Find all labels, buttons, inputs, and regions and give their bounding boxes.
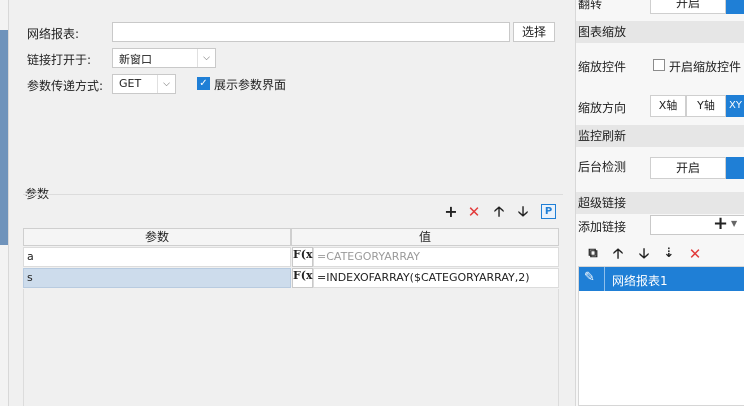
- open-in-value: 新窗口: [119, 53, 152, 66]
- param-method-value: GET: [119, 77, 142, 90]
- open-in-label: 链接打开于:: [27, 53, 92, 67]
- list-item[interactable]: ✎ 网络报表1: [579, 267, 744, 291]
- pencil-icon: ✎: [584, 270, 595, 285]
- open-in-select[interactable]: 新窗口 ⌵: [112, 48, 216, 68]
- formula-icon[interactable]: F(x): [292, 268, 318, 288]
- list-item-label: 网络报表1: [612, 274, 668, 288]
- section-monitor-refresh[interactable]: 监控刷新: [576, 125, 744, 147]
- param-method-select[interactable]: GET ⌵: [112, 74, 176, 94]
- delete-icon[interactable]: ✕: [465, 203, 483, 221]
- zoom-control-check-label: 开启缩放控件: [669, 60, 742, 74]
- chevron-down-icon: ⌵: [157, 75, 175, 93]
- zoom-dir-x-button[interactable]: X轴: [650, 95, 686, 117]
- param-method-label: 参数传递方式:: [27, 79, 104, 93]
- add-icon[interactable]: +: [442, 203, 460, 221]
- bg-check-toggle-off[interactable]: [726, 157, 744, 179]
- arrow-up-icon[interactable]: 🡡: [490, 203, 508, 221]
- item-divider: [604, 267, 605, 291]
- show-params-checkbox[interactable]: ✓: [197, 77, 210, 90]
- plus-icon: +: [713, 213, 729, 234]
- column-header-value[interactable]: 值: [291, 228, 559, 246]
- move-to-bottom-icon[interactable]: ⇣: [660, 245, 678, 263]
- report-label: 网络报表:: [27, 27, 80, 41]
- flip-toggle[interactable]: 开启: [650, 0, 726, 14]
- show-params-label: 展示参数界面: [214, 78, 287, 92]
- zoom-control-label: 缩放控件: [578, 60, 627, 74]
- properties-panel: 翻转 开启 图表缩放 缩放控件 开启缩放控件 缩放方向 X轴 Y轴 XY 监控刷…: [575, 0, 744, 406]
- chevron-down-icon: ▼: [731, 219, 738, 228]
- copy-icon[interactable]: ⧉: [584, 245, 602, 263]
- add-link-dropdown[interactable]: + ▼: [650, 213, 744, 235]
- select-button[interactable]: 选择: [513, 22, 555, 42]
- bg-check-toggle[interactable]: 开启: [650, 157, 726, 179]
- arrow-up-icon[interactable]: 🡡: [609, 245, 627, 263]
- zoom-direction-label: 缩放方向: [578, 101, 627, 115]
- delete-icon[interactable]: ✕: [686, 245, 704, 263]
- arrow-down-icon[interactable]: 🡣: [635, 245, 653, 263]
- column-header-param[interactable]: 参数: [23, 228, 291, 246]
- zoom-dir-xy-button[interactable]: XY: [726, 95, 744, 117]
- table-row-value[interactable]: =INDEXOFARRAY($CATEGORYARRAY,2): [313, 268, 559, 288]
- table-row-param[interactable]: a: [23, 247, 291, 267]
- flip-toggle-off[interactable]: [726, 0, 744, 14]
- link-list: ✎ 网络报表1: [578, 266, 744, 406]
- table-empty-area: [23, 289, 559, 406]
- formula-icon[interactable]: F(x): [292, 247, 318, 267]
- section-chart-zoom[interactable]: 图表缩放: [576, 21, 744, 43]
- table-row-param[interactable]: s: [23, 268, 291, 288]
- zoom-dir-y-button[interactable]: Y轴: [686, 95, 726, 117]
- section-hyperlink[interactable]: 超级链接: [576, 192, 744, 214]
- report-input[interactable]: [112, 22, 510, 42]
- zoom-control-checkbox[interactable]: [653, 59, 665, 71]
- chevron-down-icon: ⌵: [197, 49, 215, 67]
- arrow-down-icon[interactable]: 🡣: [514, 203, 532, 221]
- hyperlink-dialog: 网络报表: 选择 链接打开于: 新窗口 ⌵ 参数传递方式: GET ⌵ ✓ 展示…: [9, 0, 575, 406]
- flip-label: 翻转: [578, 0, 603, 11]
- group-divider: [23, 194, 563, 195]
- left-gutter-highlight: [0, 30, 8, 245]
- parameter-icon[interactable]: P: [541, 204, 556, 219]
- add-link-label: 添加链接: [578, 220, 627, 234]
- bg-check-label: 后台检测: [578, 160, 627, 174]
- table-row-value[interactable]: =CATEGORYARRAY: [313, 247, 559, 267]
